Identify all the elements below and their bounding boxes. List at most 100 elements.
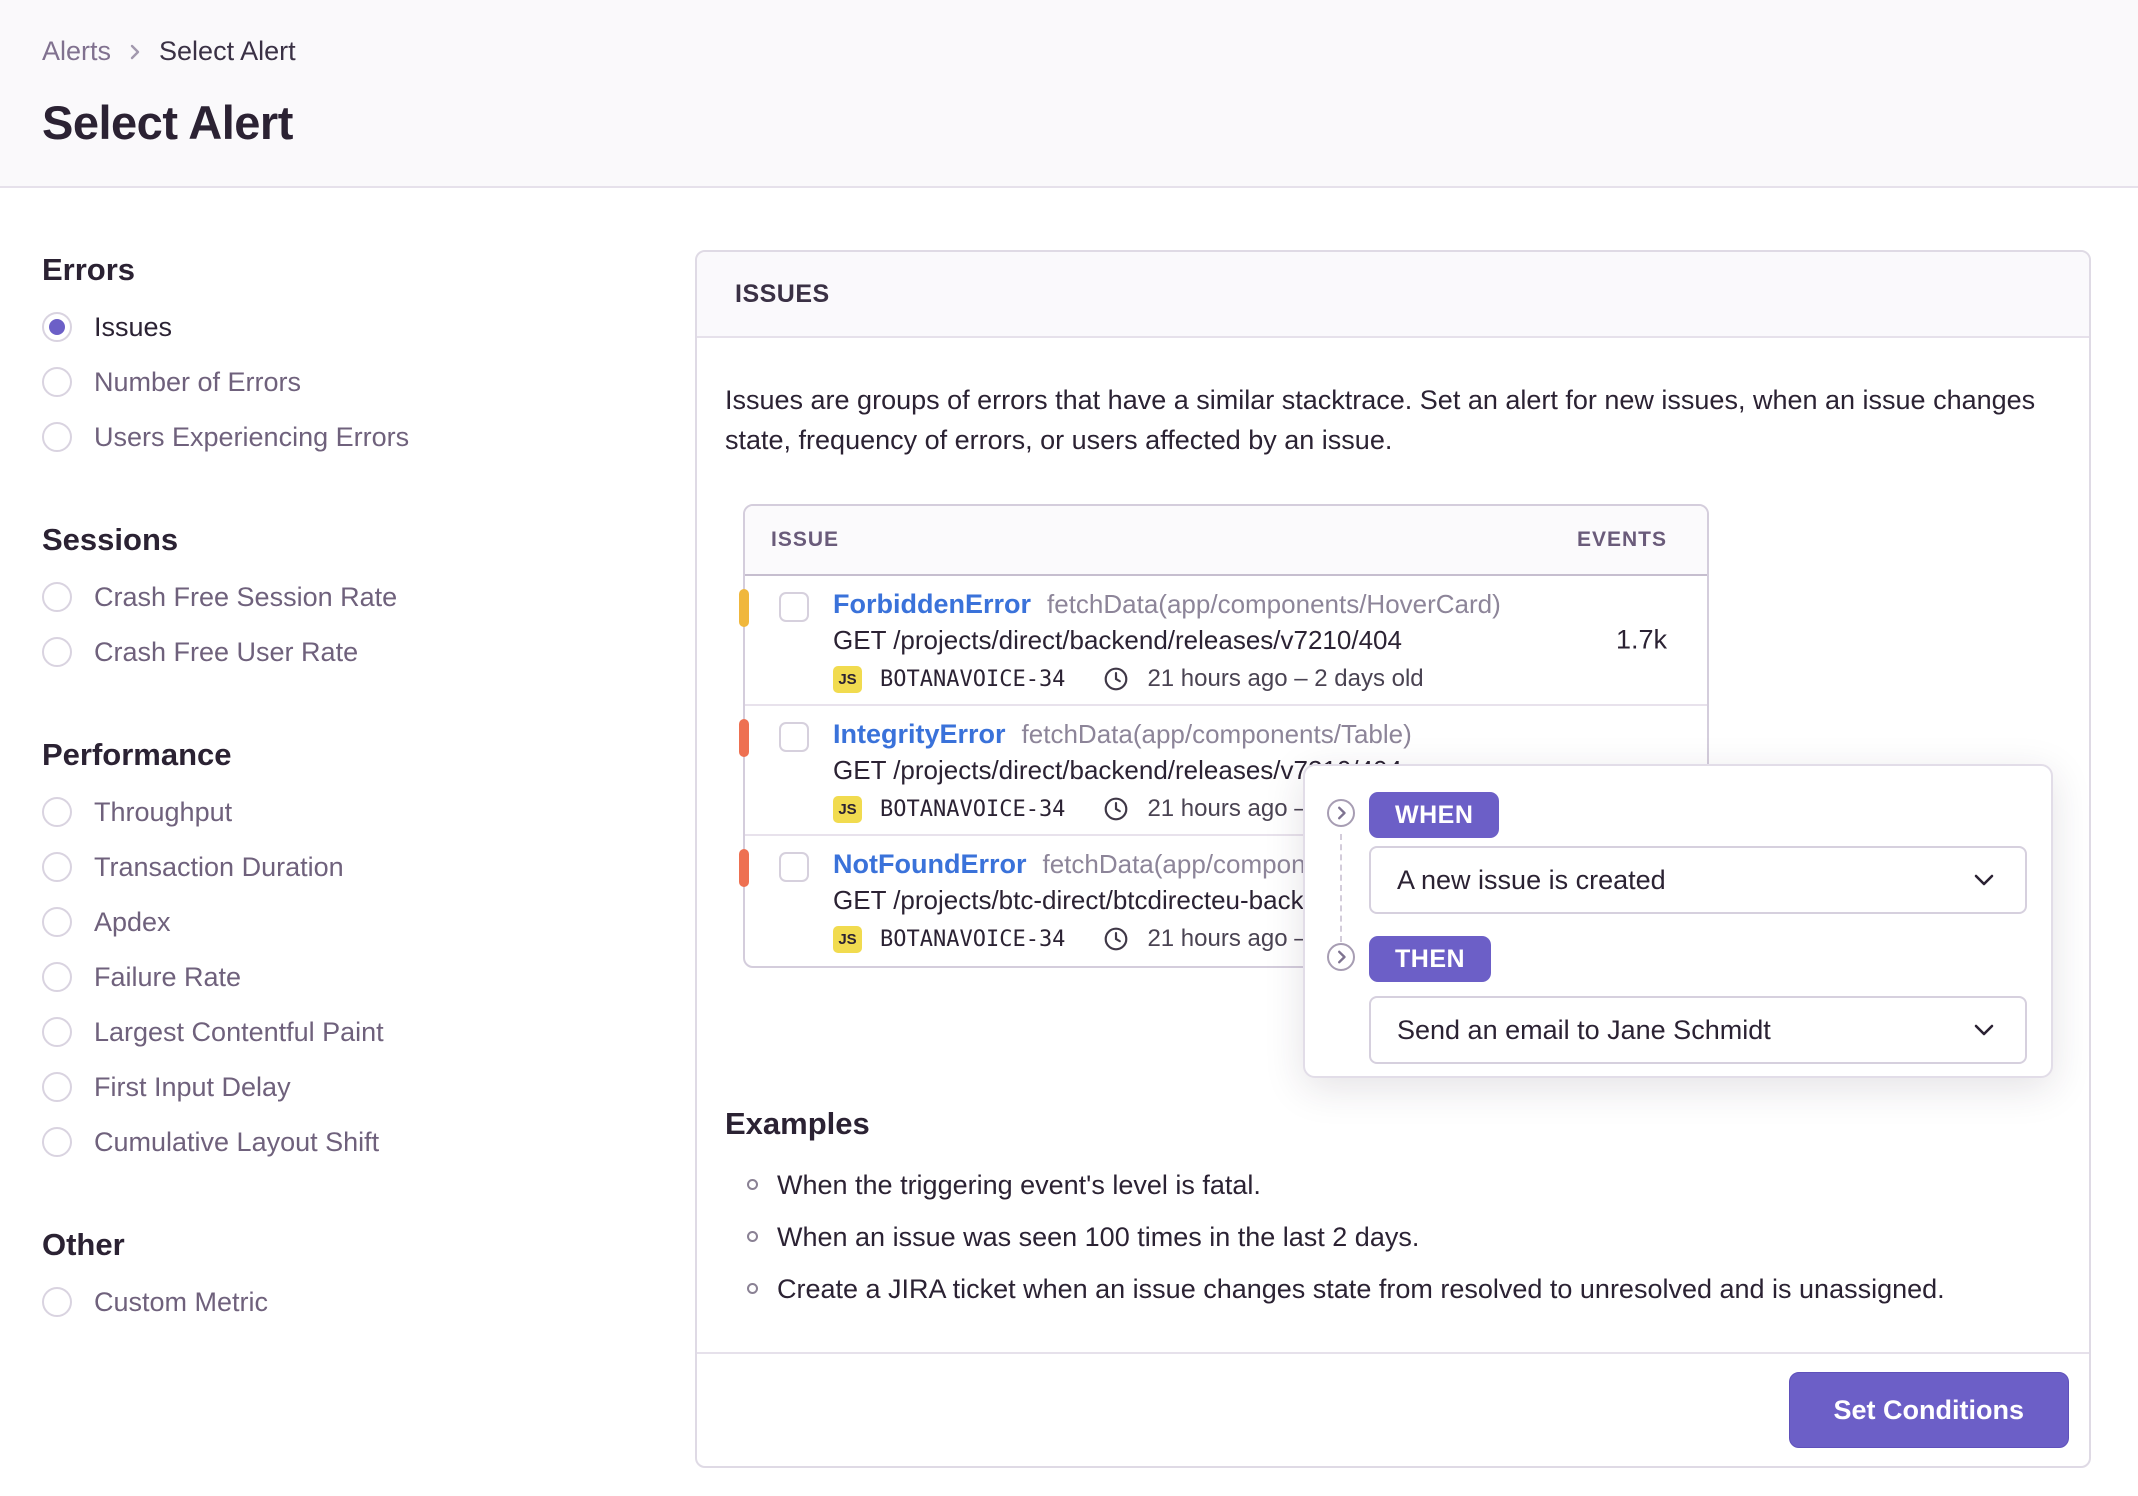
radio-label: Throughput xyxy=(94,796,233,827)
sidebar-section-sessions: Sessions Crash Free Session Rate Crash F… xyxy=(42,522,654,669)
radio-icon xyxy=(42,1127,72,1157)
radio-label: Users Experiencing Errors xyxy=(94,421,410,452)
breadcrumb: Alerts Select Alert xyxy=(42,36,2096,67)
examples-list: When the triggering event's level is fat… xyxy=(725,1168,2051,1306)
radio-label: Crash Free User Rate xyxy=(94,636,359,667)
clock-icon xyxy=(1103,796,1129,822)
radio-icon xyxy=(42,637,72,667)
radio-icon xyxy=(42,907,72,937)
section-heading: Performance xyxy=(42,737,232,772)
column-events: EVENTS xyxy=(1576,528,1667,551)
radio-icon xyxy=(42,1072,72,1102)
when-then-popover: WHEN A new issue is created THEN Send an… xyxy=(1303,764,2053,1078)
issue-short-id: BOTANAVOICE-34 xyxy=(880,926,1066,952)
chevron-down-icon xyxy=(1974,1024,1994,1036)
issue-title-link[interactable]: IntegrityError xyxy=(833,718,1006,750)
section-heading: Errors xyxy=(42,252,136,287)
radio-icon xyxy=(42,797,72,827)
radio-label: Transaction Duration xyxy=(94,851,344,882)
level-indicator xyxy=(739,719,749,757)
when-select[interactable]: A new issue is created xyxy=(1369,846,2027,914)
radio-option-issues[interactable]: Issues xyxy=(42,310,654,344)
issue-row: ForbiddenError fetchData(app/components/… xyxy=(739,576,1707,706)
radio-option-custom-metric[interactable]: Custom Metric xyxy=(42,1285,654,1319)
issue-short-id: BOTANAVOICE-34 xyxy=(880,796,1066,822)
column-issue: ISSUE xyxy=(771,528,840,551)
issue-checkbox[interactable] xyxy=(779,852,809,882)
issue-title-link[interactable]: NotFoundError xyxy=(833,848,1026,880)
javascript-platform-icon: JS xyxy=(833,925,862,953)
javascript-platform-icon: JS xyxy=(833,665,862,693)
radio-option-transaction-duration[interactable]: Transaction Duration xyxy=(42,850,654,884)
radio-label: Failure Rate xyxy=(94,961,242,992)
issue-culprit: fetchData(app/components/HoverCard) xyxy=(1047,589,1501,619)
radio-label: Cumulative Layout Shift xyxy=(94,1126,380,1157)
radio-icon xyxy=(42,367,72,397)
bullet-icon xyxy=(747,1283,758,1294)
panel-footer: Set Conditions xyxy=(697,1352,2089,1466)
breadcrumb-current: Select Alert xyxy=(159,36,296,66)
javascript-platform-icon: JS xyxy=(833,795,862,823)
example-item: Create a JIRA ticket when an issue chang… xyxy=(747,1272,2051,1306)
issues-panel: ISSUES Issues are groups of errors that … xyxy=(695,250,2091,1468)
examples-heading: Examples xyxy=(725,1106,870,1141)
clock-icon xyxy=(1103,666,1129,692)
issue-title-link[interactable]: ForbiddenError xyxy=(833,588,1031,620)
radio-label: First Input Delay xyxy=(94,1071,291,1102)
radio-label: Number of Errors xyxy=(94,366,302,397)
then-select-value: Send an email to Jane Schmidt xyxy=(1397,1014,1771,1045)
level-indicator xyxy=(739,849,749,887)
chevron-circle-icon xyxy=(1326,942,1356,977)
table-header: ISSUE EVENTS xyxy=(745,506,1707,576)
panel-header-label: ISSUES xyxy=(735,279,830,308)
radio-icon xyxy=(42,852,72,882)
radio-option-crash-free-user-rate[interactable]: Crash Free User Rate xyxy=(42,635,654,669)
issue-checkbox[interactable] xyxy=(779,722,809,752)
issue-checkbox[interactable] xyxy=(779,592,809,622)
section-heading: Sessions xyxy=(42,522,179,557)
level-indicator xyxy=(739,589,749,627)
radio-label: Largest Contentful Paint xyxy=(94,1016,384,1047)
radio-icon xyxy=(42,1287,72,1317)
then-badge: THEN xyxy=(1369,936,1492,982)
chevron-right-icon xyxy=(130,44,140,59)
example-item: When the triggering event's level is fat… xyxy=(747,1168,2051,1202)
when-badge: WHEN xyxy=(1369,792,1500,838)
breadcrumb-alerts-link[interactable]: Alerts xyxy=(42,36,111,67)
radio-icon xyxy=(42,1017,72,1047)
radio-option-crash-free-session-rate[interactable]: Crash Free Session Rate xyxy=(42,580,654,614)
radio-option-largest-contentful-paint[interactable]: Largest Contentful Paint xyxy=(42,1015,654,1049)
sidebar-section-performance: Performance Throughput Transaction Durat… xyxy=(42,737,654,1159)
issue-request: GET /projects/direct/backend/releases/v7… xyxy=(833,625,1402,655)
radio-icon xyxy=(42,582,72,612)
radio-option-first-input-delay[interactable]: First Input Delay xyxy=(42,1070,654,1104)
clock-icon xyxy=(1103,926,1129,952)
radio-option-throughput[interactable]: Throughput xyxy=(42,795,654,829)
panel-header: ISSUES xyxy=(697,252,2089,338)
radio-icon xyxy=(42,962,72,992)
issues-description: Issues are groups of errors that have a … xyxy=(725,385,2036,455)
radio-option-failure-rate[interactable]: Failure Rate xyxy=(42,960,654,994)
radio-option-apdex[interactable]: Apdex xyxy=(42,905,654,939)
sidebar-section-other: Other Custom Metric xyxy=(42,1227,654,1319)
step-connector xyxy=(1340,834,1342,942)
radio-option-users-experiencing-errors[interactable]: Users Experiencing Errors xyxy=(42,420,654,454)
section-heading: Other xyxy=(42,1227,125,1262)
radio-option-number-of-errors[interactable]: Number of Errors xyxy=(42,365,654,399)
alert-type-sidebar: Errors Issues Number of Errors Users Exp… xyxy=(42,188,654,1468)
radio-label: Custom Metric xyxy=(94,1286,269,1317)
then-select[interactable]: Send an email to Jane Schmidt xyxy=(1369,996,2027,1064)
chevron-down-icon xyxy=(1974,874,1994,886)
radio-option-cumulative-layout-shift[interactable]: Cumulative Layout Shift xyxy=(42,1125,654,1159)
page-title: Select Alert xyxy=(42,96,293,149)
radio-icon xyxy=(42,422,72,452)
issue-culprit: fetchData(app/components/Table) xyxy=(1021,719,1412,749)
bullet-icon xyxy=(747,1179,758,1190)
page-header: Alerts Select Alert Select Alert xyxy=(0,0,2138,188)
example-item: When an issue was seen 100 times in the … xyxy=(747,1220,2051,1254)
chevron-circle-icon xyxy=(1326,798,1356,833)
radio-label: Apdex xyxy=(94,906,171,937)
radio-selected-icon xyxy=(42,312,72,342)
set-conditions-button[interactable]: Set Conditions xyxy=(1788,1372,2069,1448)
bullet-icon xyxy=(747,1231,758,1242)
